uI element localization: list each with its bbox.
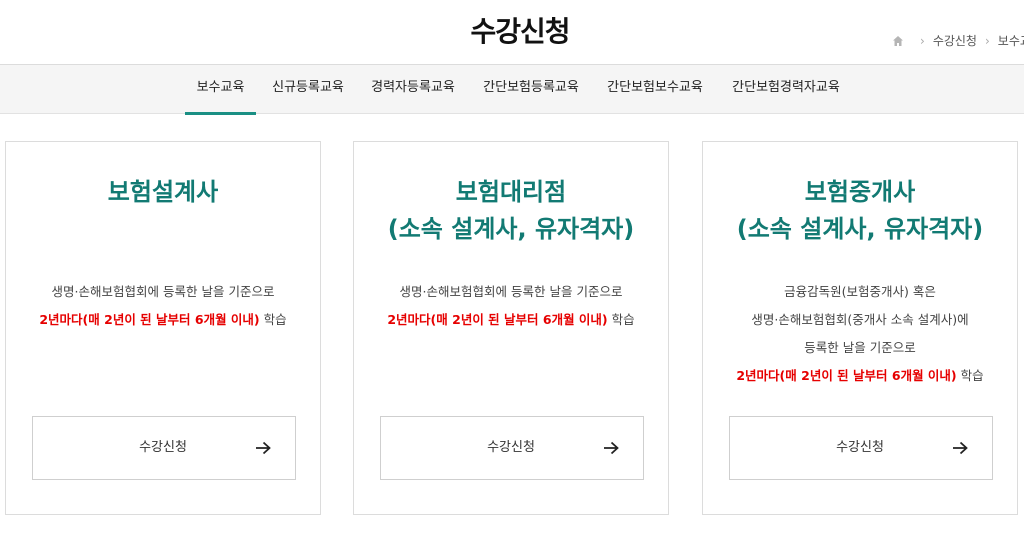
- tab-experienced-registration-education[interactable]: 경력자등록교육: [365, 65, 461, 114]
- tab-simple-insurance-refresher-education[interactable]: 간단보험보수교육: [601, 65, 709, 114]
- apply-button[interactable]: 수강신청: [380, 416, 644, 480]
- breadcrumb: › 수강신청 › 보수교: [892, 32, 1024, 49]
- apply-button-label: 수강신청: [139, 440, 187, 455]
- card-schedule-line: 2년마다(매 2년이 된 날부터 6개월 이내) 학습: [703, 362, 1017, 390]
- card-schedule-line: 2년마다(매 2년이 된 날부터 6개월 이내) 학습: [6, 306, 320, 334]
- card-schedule-line: 2년마다(매 2년이 된 날부터 6개월 이내) 학습: [354, 306, 668, 334]
- card-description-line: 생명·손해보험협회에 등록한 날을 기준으로: [51, 284, 275, 299]
- card-description-line: 생명·손해보험협회에 등록한 날을 기준으로: [399, 284, 623, 299]
- card-title-line: (소속 설계사, 유자격자): [387, 215, 635, 243]
- card-title-line: 보험설계사: [107, 178, 219, 206]
- tab-simple-insurance-registration-education[interactable]: 간단보험등록교육: [477, 65, 585, 114]
- schedule-suffix: 학습: [607, 312, 635, 327]
- tab-refresher-education[interactable]: 보수교육: [185, 65, 256, 115]
- home-icon[interactable]: [892, 35, 904, 47]
- apply-button-label: 수강신청: [487, 440, 535, 455]
- course-card-broker: 보험중개사 (소속 설계사, 유자격자) 금융감독원(보험중개사) 혹은 생명·…: [702, 141, 1018, 515]
- breadcrumb-item-current[interactable]: 보수교: [998, 32, 1024, 49]
- card-title: 보험설계사: [6, 174, 320, 211]
- card-description: 생명·손해보험협회에 등록한 날을 기준으로 2년마다(매 2년이 된 날부터 …: [354, 278, 668, 334]
- apply-button[interactable]: 수강신청: [729, 416, 993, 480]
- tab-simple-insurance-experienced-education[interactable]: 간단보험경력자교육: [726, 65, 846, 114]
- page-title: 수강신청: [470, 15, 570, 48]
- tab-bar: 보수교육 신규등록교육 경력자등록교육 간단보험등록교육 간단보험보수교육 간단…: [0, 64, 1024, 115]
- schedule-highlight: 2년마다(매 2년이 된 날부터 6개월 이내): [736, 368, 957, 383]
- schedule-highlight: 2년마다(매 2년이 된 날부터 6개월 이내): [39, 312, 260, 327]
- tab-new-registration-education[interactable]: 신규등록교육: [266, 65, 350, 114]
- card-title-line: 보험중개사: [804, 178, 916, 206]
- arrow-right-icon: [953, 441, 968, 455]
- arrow-right-icon: [604, 441, 619, 455]
- card-description: 금융감독원(보험중개사) 혹은 생명·손해보험협회(중개사 소속 설계사)에 등…: [703, 278, 1017, 390]
- card-title: 보험대리점 (소속 설계사, 유자격자): [354, 174, 668, 248]
- card-title-line: 보험대리점: [455, 178, 567, 206]
- chevron-right-icon: ›: [984, 33, 990, 48]
- schedule-suffix: 학습: [956, 368, 984, 383]
- page-header: 수강신청 › 수강신청 › 보수교: [0, 0, 1024, 64]
- card-title-line: (소속 설계사, 유자격자): [736, 215, 984, 243]
- card-title: 보험중개사 (소속 설계사, 유자격자): [703, 174, 1017, 248]
- card-description-line: 등록한 날을 기준으로: [804, 340, 916, 355]
- course-card-planner: 보험설계사 생명·손해보험협회에 등록한 날을 기준으로 2년마다(매 2년이 …: [5, 141, 321, 515]
- card-description: 생명·손해보험협회에 등록한 날을 기준으로 2년마다(매 2년이 된 날부터 …: [6, 278, 320, 334]
- arrow-right-icon: [256, 441, 271, 455]
- chevron-right-icon: ›: [920, 33, 925, 48]
- course-card-agency: 보험대리점 (소속 설계사, 유자격자) 생명·손해보험협회에 등록한 날을 기…: [353, 141, 669, 515]
- apply-button-label: 수강신청: [836, 440, 884, 455]
- breadcrumb-item-apply[interactable]: 수강신청: [933, 32, 977, 49]
- apply-button[interactable]: 수강신청: [32, 416, 296, 480]
- schedule-suffix: 학습: [259, 312, 287, 327]
- card-description-line: 금융감독원(보험중개사) 혹은: [784, 284, 936, 299]
- card-description-line: 생명·손해보험협회(중개사 소속 설계사)에: [751, 312, 969, 327]
- schedule-highlight: 2년마다(매 2년이 된 날부터 6개월 이내): [387, 312, 608, 327]
